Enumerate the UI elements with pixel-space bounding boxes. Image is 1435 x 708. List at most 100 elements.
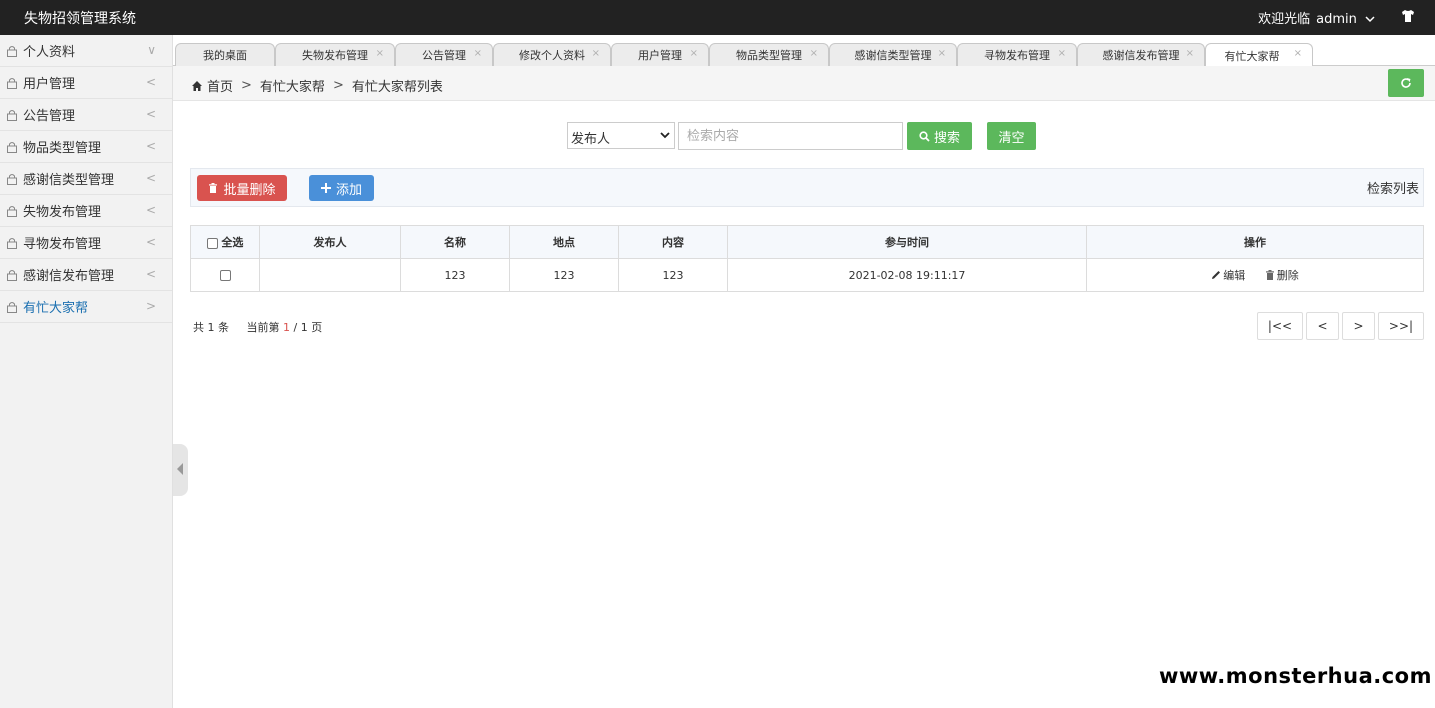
tab-desktop[interactable]: 我的桌面 [175, 43, 275, 66]
sidebar-item-profile[interactable]: 个人资料 ∨ [0, 35, 172, 67]
welcome-text: 欢迎光临 [1258, 12, 1311, 27]
sidebar-item-search-posts[interactable]: 寻物发布管理 < [0, 227, 172, 259]
search-row: 发布人 搜索 清空 [0, 122, 1435, 150]
close-icon[interactable]: × [592, 48, 600, 59]
chevron-left-icon: < [145, 75, 156, 89]
tab-item-types[interactable]: 物品类型管理 × [709, 43, 829, 66]
trash-icon [209, 183, 218, 193]
username: admin [1316, 12, 1357, 27]
next-page-button[interactable]: > [1342, 312, 1375, 340]
tab-label: 修改个人资料 [519, 49, 585, 62]
lock-icon [7, 301, 17, 313]
select-value: 发布人 [571, 132, 611, 147]
tab-bar: 我的桌面 失物发布管理 × 公告管理 × 修改个人资料 × 用户管理 × 物品类型管理 ×… [173, 40, 1435, 67]
sidebar-item-thanks-types[interactable]: 感谢信类型管理 < [0, 163, 172, 195]
chevron-down-icon [660, 132, 670, 139]
clear-button-label: 清空 [998, 130, 1025, 146]
tab-users[interactable]: 用户管理 × [611, 43, 709, 66]
chevron-right-icon: > [145, 299, 156, 313]
tab-help[interactable]: 有忙大家帮 × [1205, 43, 1313, 67]
lock-icon [7, 237, 17, 249]
prev-page-button[interactable]: < [1306, 312, 1339, 340]
tab-thanks-types[interactable]: 感谢信类型管理 × [829, 43, 957, 66]
cell-actions: 编辑 删除 [1086, 258, 1424, 292]
breadcrumb-level1[interactable]: 有忙大家帮 [260, 76, 325, 95]
sidebar-item-users[interactable]: 用户管理 < [0, 67, 172, 99]
breadcrumb-home[interactable]: 首页 [207, 76, 233, 95]
sidebar-item-label: 寻物发布管理 [23, 237, 102, 252]
sidebar-item-label: 用户管理 [23, 77, 76, 92]
sidebar-item-label: 个人资料 [23, 45, 76, 60]
tab-thanks-posts[interactable]: 感谢信发布管理 × [1077, 43, 1205, 66]
sidebar-item-help[interactable]: 有忙大家帮 > [0, 291, 172, 323]
tab-label: 物品类型管理 [736, 49, 802, 62]
breadcrumb-bar: 首页 > 有忙大家帮 > 有忙大家帮列表 [173, 66, 1435, 101]
tab-label: 寻物发布管理 [984, 49, 1050, 62]
current-page: 1 [282, 321, 290, 334]
search-button[interactable]: 搜索 [907, 122, 972, 150]
search-field-select[interactable]: 发布人 [567, 122, 675, 149]
tab-label: 失物发布管理 [302, 49, 368, 62]
last-page-button[interactable]: >>| [1378, 312, 1424, 340]
sidebar-collapse-handle[interactable] [173, 444, 188, 496]
total-prefix: 共 [193, 321, 204, 334]
lock-icon [7, 77, 17, 89]
page-count: 1 [300, 321, 308, 334]
header-time: 参与时间 [727, 225, 1087, 259]
tab-label: 我的桌面 [203, 49, 247, 62]
close-icon[interactable]: × [376, 48, 384, 59]
close-icon[interactable]: × [1186, 48, 1194, 59]
sidebar-item-label: 有忙大家帮 [23, 301, 89, 316]
first-page-button[interactable]: |<< [1257, 312, 1303, 340]
total-count: 1 [207, 321, 215, 334]
collapse-arrow-icon [177, 463, 183, 475]
sidebar-item-thanks-posts[interactable]: 感谢信发布管理 < [0, 259, 172, 291]
chevron-left-icon: < [145, 107, 156, 121]
edit-label: 编辑 [1223, 269, 1246, 282]
clear-button[interactable]: 清空 [987, 122, 1036, 150]
total-suffix: 条 [218, 321, 229, 334]
tab-search-posts[interactable]: 寻物发布管理 × [957, 43, 1077, 66]
home-icon [192, 80, 202, 91]
delete-label: 删除 [1276, 269, 1299, 282]
edit-link[interactable]: 编辑 [1211, 267, 1245, 283]
chevron-left-icon: < [145, 267, 156, 281]
action-toolbar: 批量删除 添加 检索列表 [190, 168, 1424, 207]
header-select-all[interactable]: 全选 [190, 225, 260, 259]
table-header-row: 全选 发布人 名称 地点 内容 参与时间 操作 [190, 225, 1424, 259]
search-button-label: 搜索 [933, 130, 960, 146]
close-icon[interactable]: × [938, 48, 946, 59]
select-all-checkbox[interactable] [206, 237, 218, 249]
sidebar-item-lost-posts[interactable]: 失物发布管理 < [0, 195, 172, 227]
cell-publisher [259, 258, 401, 292]
trash-icon [1265, 270, 1274, 280]
chevron-down-icon: ∨ [147, 43, 156, 57]
row-checkbox[interactable] [219, 270, 231, 281]
sidebar-item-label: 感谢信类型管理 [23, 173, 115, 188]
close-icon[interactable]: × [474, 48, 482, 59]
close-icon[interactable]: × [1294, 48, 1302, 59]
header-publisher: 发布人 [259, 225, 401, 259]
tab-label: 用户管理 [638, 49, 682, 62]
lock-icon [7, 45, 17, 57]
tab-notices[interactable]: 公告管理 × [395, 43, 493, 66]
close-icon[interactable]: × [1058, 48, 1066, 59]
breadcrumb-separator: > [241, 78, 252, 93]
batch-delete-button[interactable]: 批量删除 [197, 175, 287, 201]
pages-suffix: 页 [311, 321, 323, 334]
current-prefix: 当前第 [246, 321, 280, 334]
shirt-icon[interactable] [1401, 9, 1415, 23]
add-button[interactable]: 添加 [309, 175, 374, 201]
close-icon[interactable]: × [690, 48, 698, 59]
delete-link[interactable]: 删除 [1265, 267, 1299, 283]
tab-lost-posts[interactable]: 失物发布管理 × [275, 43, 395, 66]
header-actions: 操作 [1086, 225, 1424, 259]
user-menu[interactable]: 欢迎光临 admin [1258, 8, 1375, 27]
search-input[interactable] [678, 122, 903, 150]
refresh-button[interactable] [1388, 69, 1424, 97]
tab-edit-profile[interactable]: 修改个人资料 × [493, 43, 611, 66]
breadcrumb-level2: 有忙大家帮列表 [351, 80, 443, 95]
close-icon[interactable]: × [810, 48, 818, 59]
chevron-left-icon: < [145, 235, 156, 249]
watermark: www.monsterhua.com [1158, 664, 1432, 688]
